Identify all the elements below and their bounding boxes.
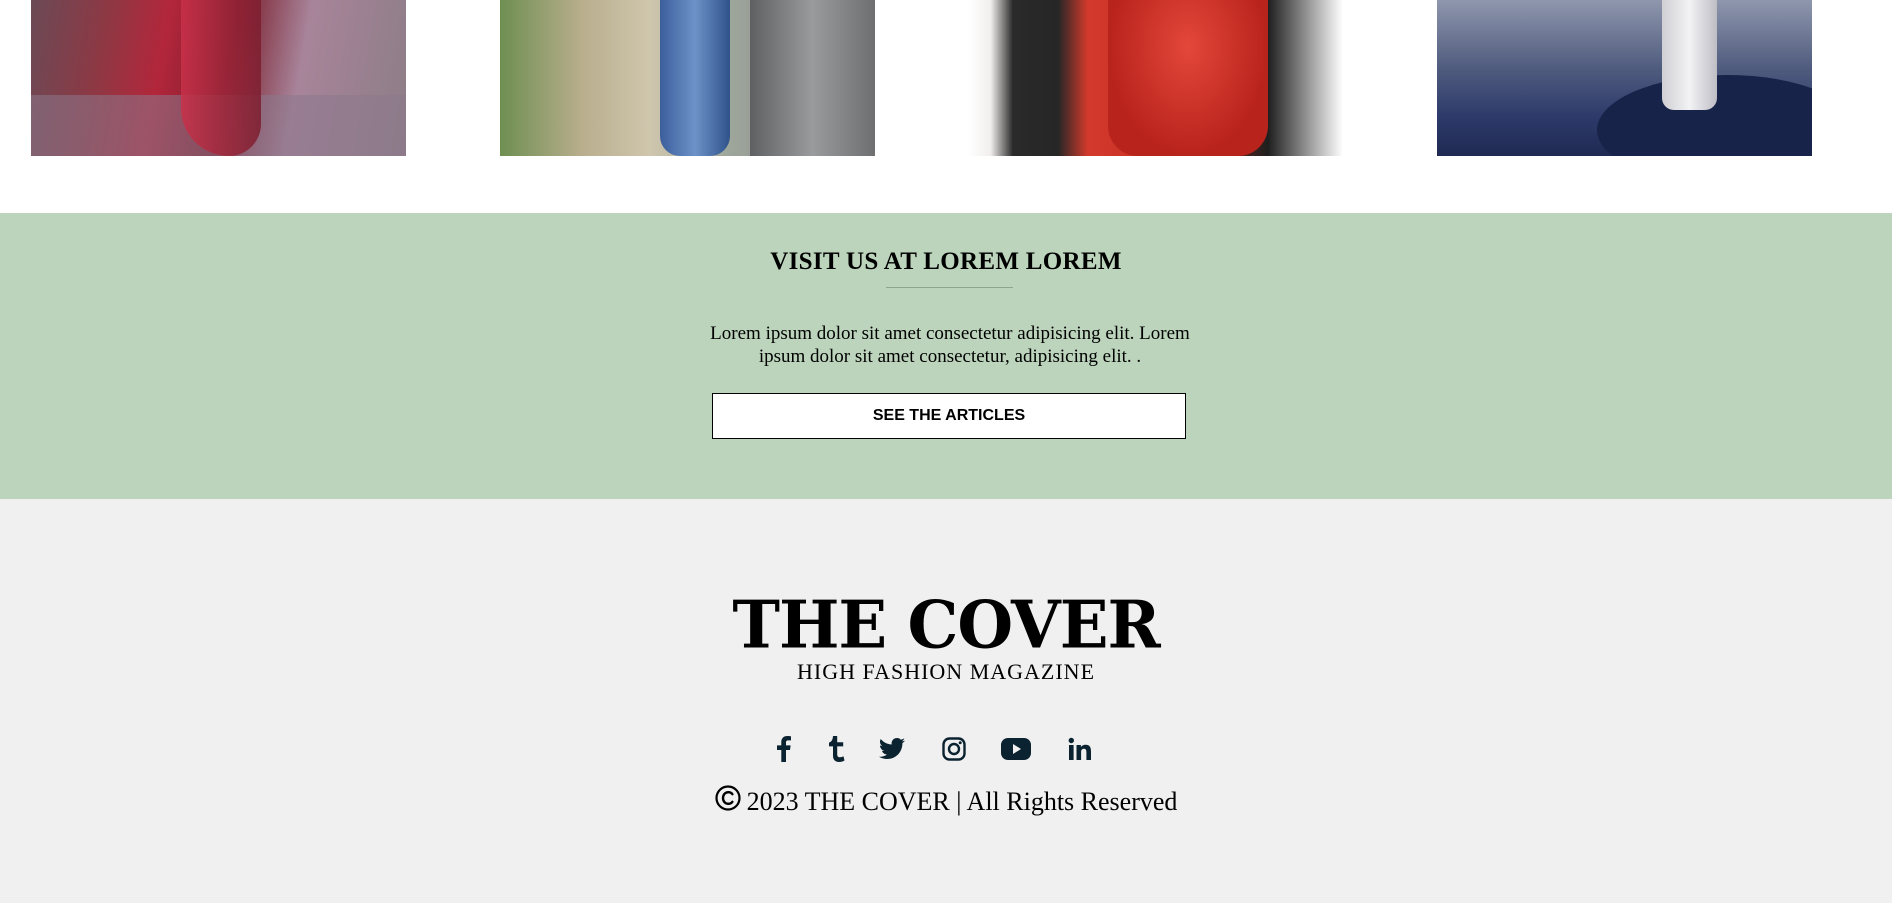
photo-detail — [660, 0, 730, 156]
visit-description: Lorem ipsum dolor sit amet consectetur a… — [710, 323, 1190, 367]
gallery-photo-white-gown[interactable] — [1437, 0, 1812, 156]
instagram-icon[interactable] — [940, 731, 968, 767]
footer: THE COVER HIGH FASHION MAGAZINE 2023 THE… — [0, 499, 1892, 903]
twitter-icon[interactable] — [878, 731, 906, 767]
gallery-photo-red-dress[interactable] — [31, 0, 406, 156]
copyright: 2023 THE COVER | All Rights Reserved — [0, 785, 1892, 818]
photo-detail — [181, 0, 261, 156]
visit-section: VISIT US AT LOREM LOREM Lorem ipsum dolo… — [0, 213, 1892, 499]
photo-gallery — [0, 0, 1892, 213]
title-divider — [886, 287, 1013, 288]
linkedin-icon[interactable] — [1066, 731, 1094, 767]
footer-logo-title[interactable]: THE COVER — [0, 590, 1892, 661]
copyright-icon — [714, 785, 741, 818]
tumblr-icon[interactable] — [823, 731, 851, 767]
social-links — [770, 731, 1106, 767]
copyright-text: 2023 THE COVER | All Rights Reserved — [746, 786, 1178, 816]
footer-logo-subtitle: HIGH FASHION MAGAZINE — [796, 659, 1096, 684]
see-articles-button[interactable]: SEE THE ARTICLES — [712, 393, 1186, 439]
gallery-photo-red-coat[interactable] — [968, 0, 1343, 156]
gallery-photo-denim[interactable] — [500, 0, 875, 156]
visit-title: VISIT US AT LOREM LOREM — [770, 248, 1122, 275]
facebook-icon[interactable] — [770, 731, 798, 767]
photo-detail — [1108, 0, 1268, 156]
photo-detail — [1662, 0, 1717, 110]
photo-detail — [750, 0, 875, 156]
youtube-icon[interactable] — [1000, 731, 1032, 767]
